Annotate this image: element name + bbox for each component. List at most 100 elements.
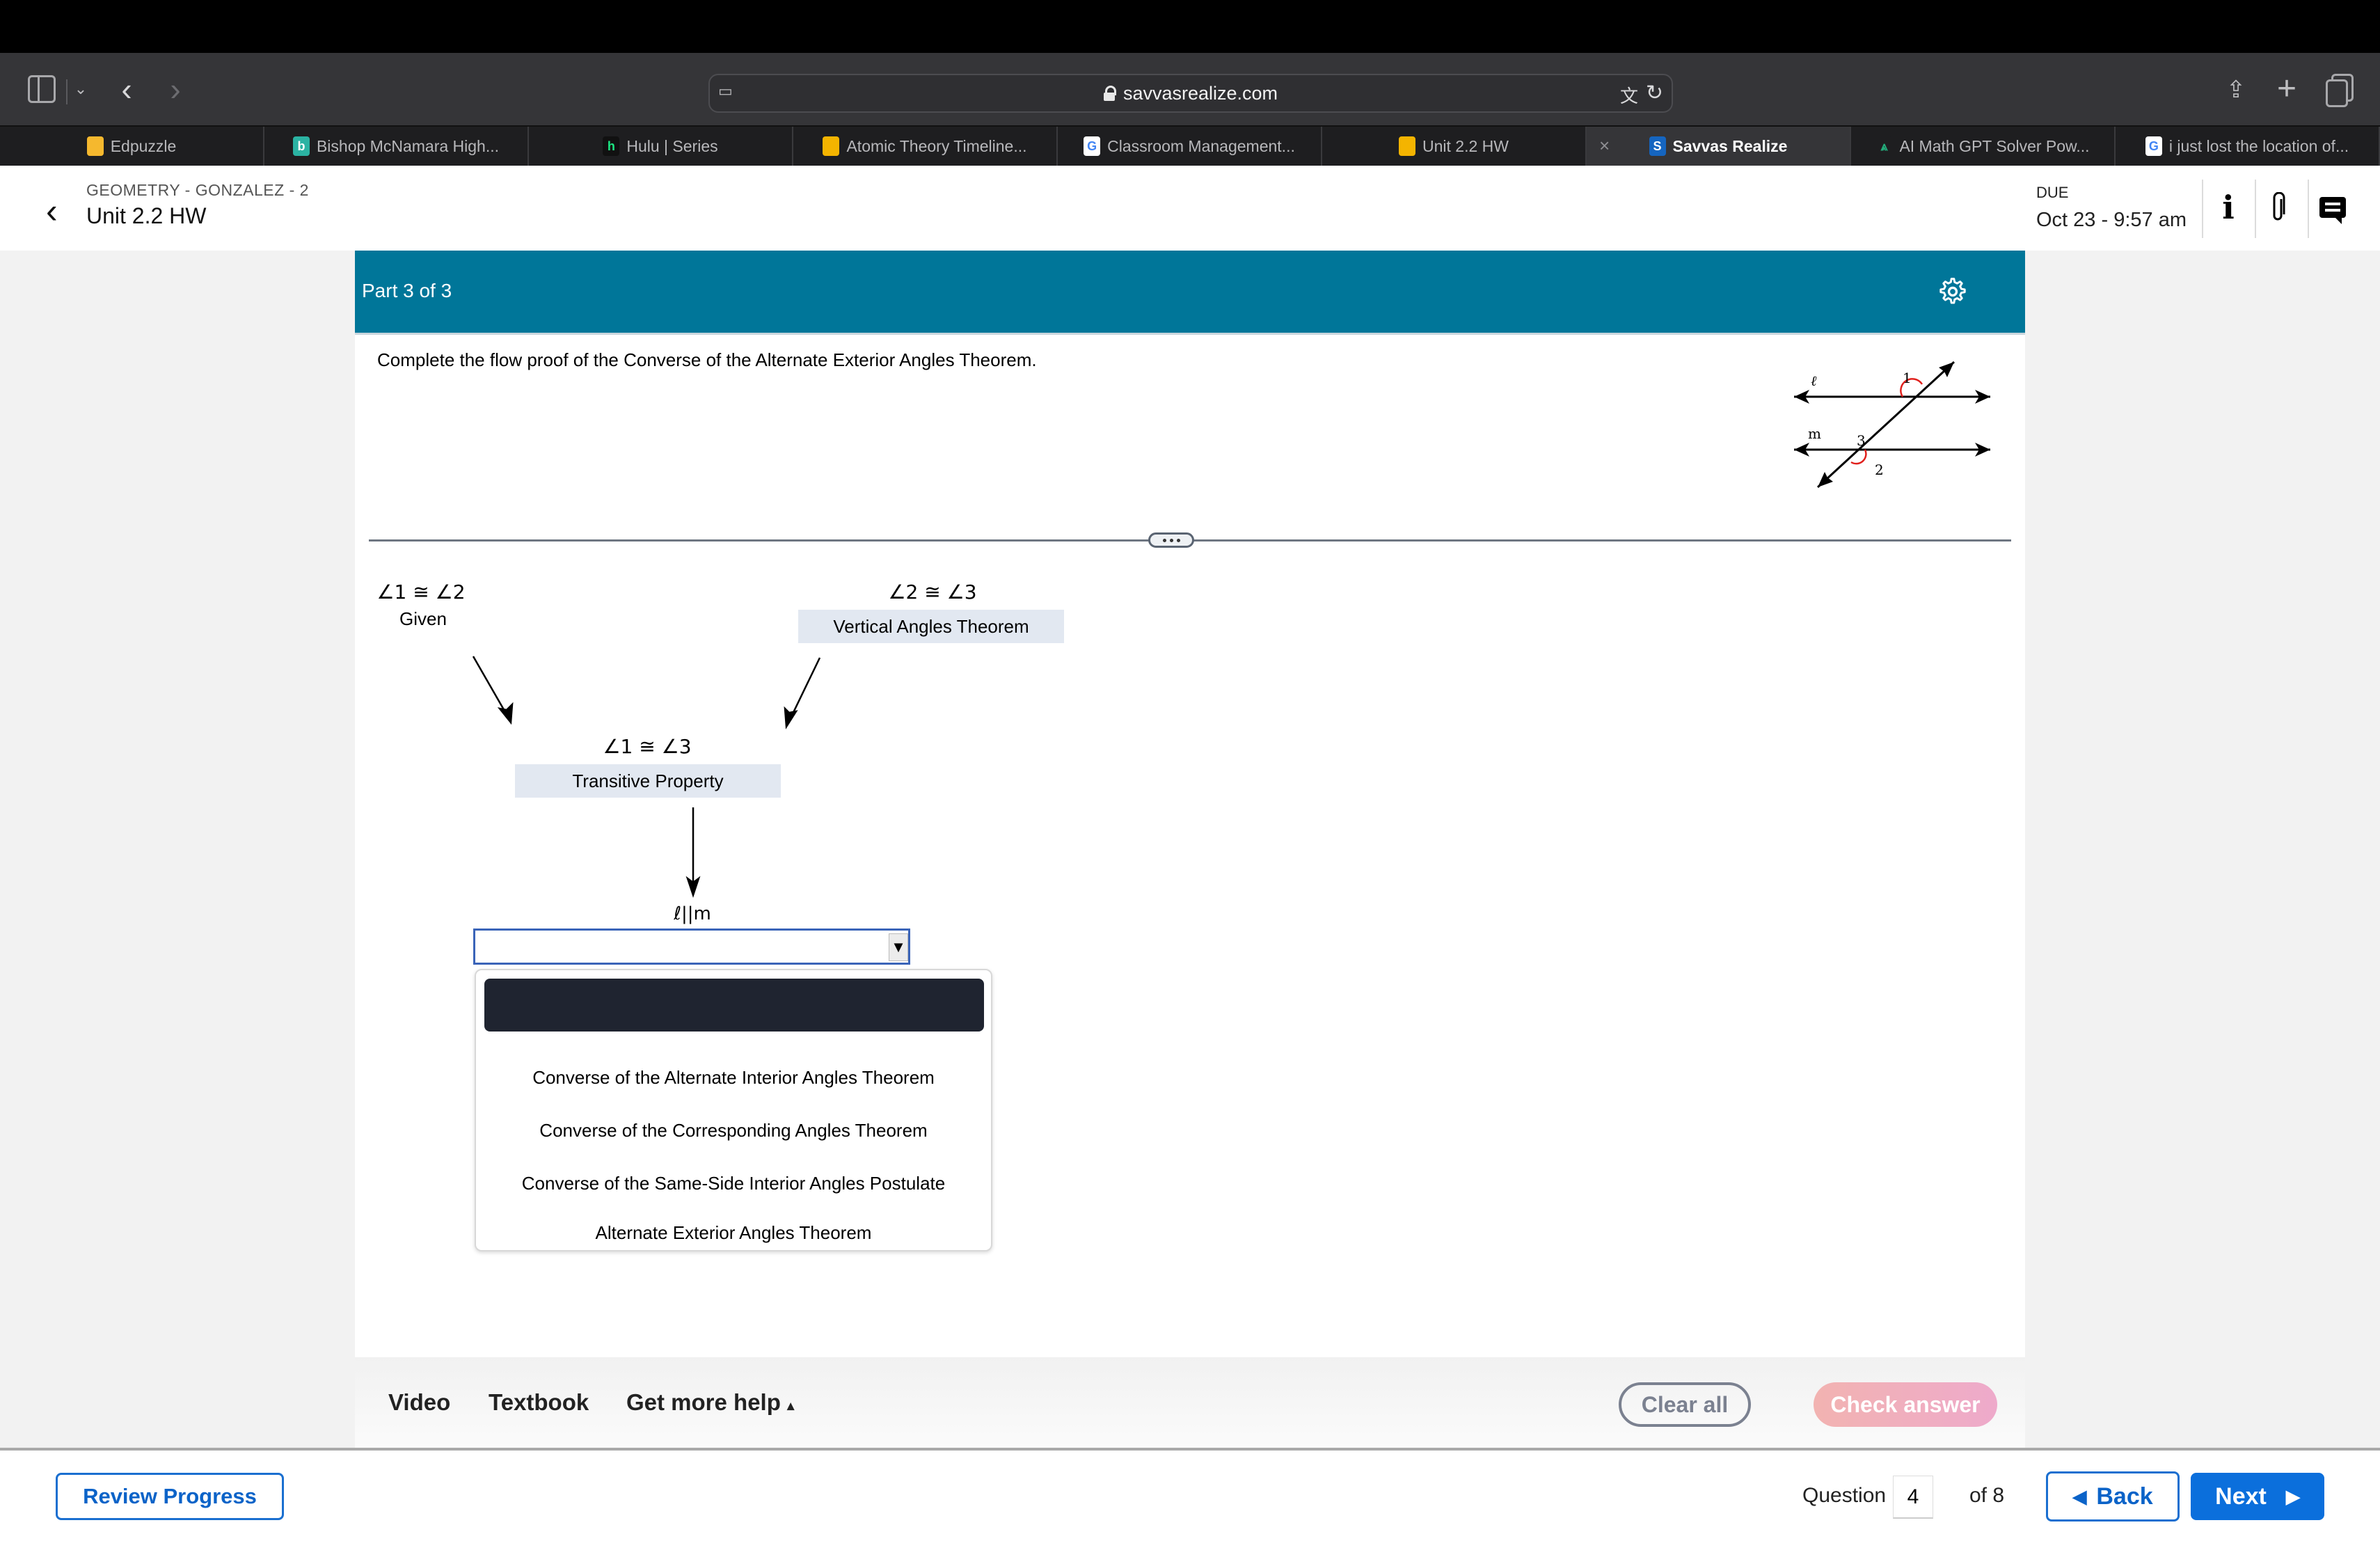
dropdown-option[interactable]: Alternate Exterior Angles Theorem xyxy=(476,1215,991,1250)
get-more-help-label: Get more help xyxy=(626,1389,781,1415)
question-number-input[interactable]: 4 xyxy=(1893,1476,1933,1519)
proof-statement-4: ℓ||m xyxy=(674,903,711,924)
label-m: m xyxy=(1808,425,1821,442)
browser-back-icon[interactable]: ‹ xyxy=(113,71,141,107)
tab-label: Savvas Realize xyxy=(1672,136,1788,155)
toolbar-separator xyxy=(66,79,68,104)
google-classroom-icon xyxy=(1399,136,1415,156)
back-label: Back xyxy=(2096,1483,2153,1510)
dropdown-option-blank[interactable] xyxy=(484,979,984,1032)
tab-label: AI Math GPT Solver Pow... xyxy=(1899,136,2090,155)
close-tab-icon[interactable]: × xyxy=(1599,135,1610,157)
question-label: Question xyxy=(1802,1484,1887,1507)
textbook-link[interactable]: Textbook xyxy=(489,1389,589,1416)
new-tab-icon[interactable]: + xyxy=(2273,70,2301,107)
browser-tab[interactable]: Gi just lost the location of... xyxy=(2116,127,2380,166)
settings-gear-icon[interactable] xyxy=(1937,276,1968,306)
comments-icon[interactable] xyxy=(2312,187,2354,228)
parallel-lines-diagram: ℓ m 1 3 2 xyxy=(1794,361,1990,489)
url-display[interactable]: savvasrealize.com xyxy=(710,75,1672,111)
reload-icon[interactable]: ↻ xyxy=(1646,81,1663,105)
clear-all-button[interactable]: Clear all xyxy=(1619,1382,1751,1427)
pane-resize-handle[interactable] xyxy=(1148,532,1194,548)
proof-statement-2: ∠2 ≅ ∠3 xyxy=(888,580,977,603)
label-l: ℓ xyxy=(1811,372,1817,389)
dropdown-option[interactable]: Converse of the Corresponding Angles The… xyxy=(476,1109,991,1151)
proof-statement-1: ∠1 ≅ ∠2 xyxy=(376,580,466,603)
savvas-icon: S xyxy=(1649,136,1666,156)
window-top-bar xyxy=(0,0,2380,53)
chevron-down-icon[interactable]: ⌄ xyxy=(71,75,90,103)
browser-tab[interactable]: ⩓ AI Math GPT Solver Pow... xyxy=(1851,127,2116,166)
part-label: Part 3 of 3 xyxy=(362,280,452,301)
translate-icon[interactable]: 文 xyxy=(1620,82,1638,108)
google-icon: G xyxy=(1084,136,1101,156)
dropdown-option[interactable]: Converse of the Alternate Interior Angle… xyxy=(476,1057,991,1098)
next-label: Next xyxy=(2215,1483,2267,1510)
caret-right-icon: ▶ xyxy=(2285,1485,2300,1507)
header-divider xyxy=(2202,180,2203,238)
paperclip-icon xyxy=(2273,192,2285,221)
footer-nav: Review Progress Question 4 of 8 ◀ Back N… xyxy=(0,1451,2380,1541)
transversal xyxy=(1816,361,1955,489)
next-button[interactable]: Next ▶ xyxy=(2191,1473,2324,1520)
browser-tab[interactable]: Unit 2.2 HW xyxy=(1322,127,1587,166)
tab-bar: Edpuzzle b Bishop McNamara High... h Hulu | … xyxy=(0,125,2380,166)
attachment-icon[interactable] xyxy=(2258,187,2299,228)
browser-tab[interactable]: h Hulu | Series xyxy=(529,127,793,166)
header-divider xyxy=(2308,180,2309,238)
header-divider xyxy=(2255,180,2256,238)
compass-icon: ⩓ xyxy=(1875,136,1893,156)
browser-toolbar: ⌄ ‹ › ▭ savvasrealize.com 文 ↻ ⇪ + xyxy=(0,53,2380,125)
bishop-mcnamara-icon: b xyxy=(292,136,310,156)
back-button[interactable]: ◀ Back xyxy=(2046,1471,2180,1522)
sidebar-toggle-icon[interactable] xyxy=(28,75,56,103)
browser-tab[interactable]: × S Savvas Realize xyxy=(1587,127,1851,166)
url-text: savvasrealize.com xyxy=(1122,82,1278,104)
browser-tab[interactable]: Atomic Theory Timeline... xyxy=(793,127,1058,166)
label-angle-3: 3 xyxy=(1857,432,1866,449)
tab-label: Bishop McNamara High... xyxy=(316,136,500,155)
proof-reason-3[interactable]: Transitive Property xyxy=(515,764,781,798)
proof-statement-3: ∠1 ≅ ∠3 xyxy=(603,735,692,758)
proof-reason-2[interactable]: Vertical Angles Theorem xyxy=(798,610,1064,643)
back-to-course-icon[interactable]: ‹ xyxy=(46,191,58,231)
part-header-underline xyxy=(355,333,2025,335)
due-date: Oct 23 - 9:57 am xyxy=(2036,209,2187,231)
angle-2-arc xyxy=(1850,449,1867,465)
get-more-help-button[interactable]: Get more help ▴ xyxy=(626,1389,794,1416)
share-icon[interactable]: ⇪ xyxy=(2224,74,2248,106)
caret-left-icon: ◀ xyxy=(2072,1485,2087,1507)
dropdown-arrow-icon[interactable]: ▼ xyxy=(889,933,908,961)
label-angle-2: 2 xyxy=(1875,461,1884,478)
question-instructions: Complete the flow proof of the Converse … xyxy=(377,349,1037,370)
review-progress-button[interactable]: Review Progress xyxy=(56,1473,284,1520)
course-name: GEOMETRY - GONZALEZ - 2 xyxy=(86,181,309,199)
tab-overview-icon[interactable] xyxy=(2324,74,2354,107)
tab-label: Classroom Management... xyxy=(1107,136,1295,155)
check-answer-button[interactable]: Check answer xyxy=(1814,1382,1997,1427)
tab-label: Hulu | Series xyxy=(626,136,718,155)
help-bar: Video Textbook Get more help ▴ Clear all… xyxy=(355,1357,2025,1448)
browser-tab[interactable]: G Classroom Management... xyxy=(1058,127,1322,166)
browser-tab[interactable]: b Bishop McNamara High... xyxy=(264,127,529,166)
dropdown-option[interactable]: Converse of the Same-Side Interior Angle… xyxy=(476,1162,991,1204)
tab-label: Atomic Theory Timeline... xyxy=(846,136,1027,155)
info-icon[interactable]: i xyxy=(2207,187,2249,228)
edpuzzle-icon xyxy=(86,136,104,156)
reason-4-select[interactable]: ▼ xyxy=(473,928,910,965)
browser-forward-icon[interactable]: › xyxy=(161,71,189,107)
assignment-title: Unit 2.2 HW xyxy=(86,203,207,228)
assignment-header: ‹ GEOMETRY - GONZALEZ - 2 Unit 2.2 HW DU… xyxy=(0,166,2380,251)
due-label: DUE xyxy=(2036,184,2069,201)
google-icon: G xyxy=(2145,136,2162,156)
address-bar[interactable]: ▭ savvasrealize.com 文 ↻ xyxy=(708,74,1673,113)
browser-tab[interactable]: Edpuzzle xyxy=(0,127,264,166)
part-header: Part 3 of 3 xyxy=(355,251,2025,333)
reason-options-dropdown: Converse of the Alternate Interior Angle… xyxy=(475,969,992,1251)
proof-reason-1: Given xyxy=(399,608,447,629)
video-link[interactable]: Video xyxy=(388,1389,450,1416)
question-total: of 8 xyxy=(1969,1484,2005,1507)
tab-label: Edpuzzle xyxy=(110,136,177,155)
caret-up-icon: ▴ xyxy=(787,1398,795,1414)
